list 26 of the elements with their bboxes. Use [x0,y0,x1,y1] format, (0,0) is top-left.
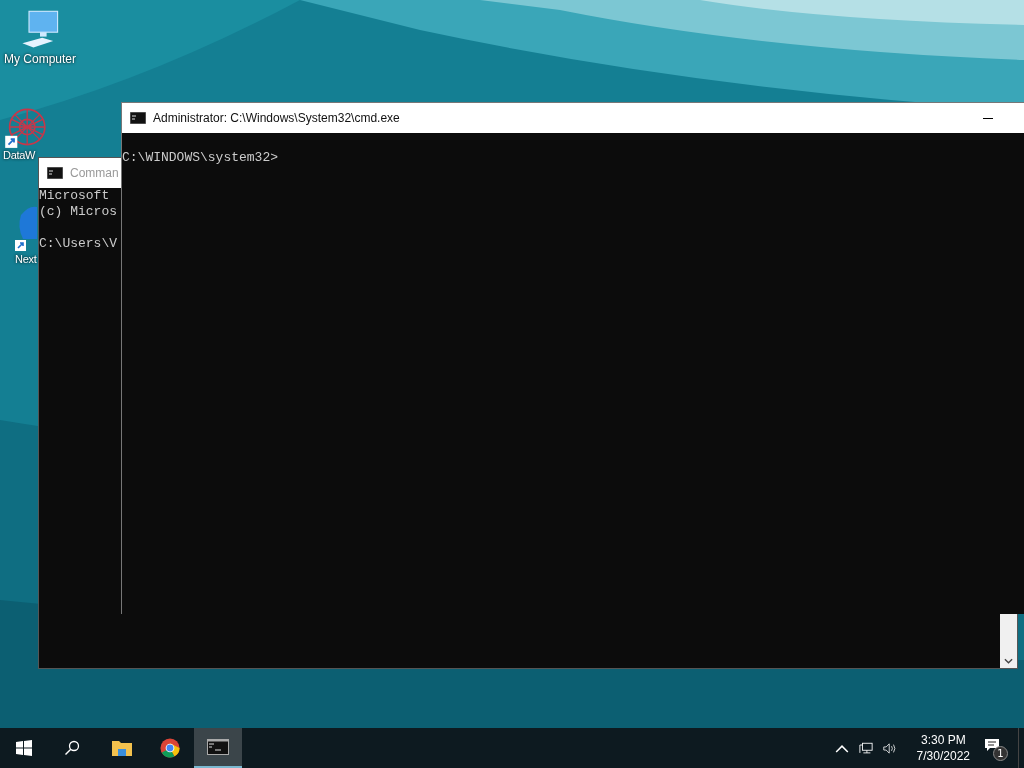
scrollbar[interactable] [1000,614,1017,668]
taskbar-app[interactable] [194,728,242,768]
icon-label[interactable]: DataW [3,149,36,161]
notification-count: 1 [993,746,1008,761]
console-line: C:\Users\V [39,236,118,252]
search-icon[interactable] [64,740,80,756]
browser-icon[interactable] [159,738,181,758]
icon-label[interactable]: My Computer [4,52,76,66]
clock-date[interactable]: 7/30/2022 [916,748,970,764]
window-title: Comman [70,166,119,180]
console-line: C:\WINDOWS\system32> [122,149,280,167]
console-icon [130,112,146,124]
folder-icon[interactable] [111,738,133,758]
console-icon [47,167,63,179]
shortcut-icon[interactable] [15,205,37,253]
windows-logo-icon[interactable] [16,740,32,756]
clock-time[interactable]: 3:30 PM [920,732,966,748]
console-line: Microsoft [39,188,111,204]
network-icon[interactable] [858,741,873,755]
console-icon[interactable] [207,737,229,757]
window-title: Administrator: C:\Windows\System32\cmd.exe [153,111,400,125]
notifications-icon[interactable] [984,738,1000,752]
console-line: (c) Micros [39,204,118,220]
volume-icon[interactable] [882,741,897,755]
icon-label[interactable]: Next [15,253,37,265]
chevron-down-icon[interactable] [1004,658,1013,664]
